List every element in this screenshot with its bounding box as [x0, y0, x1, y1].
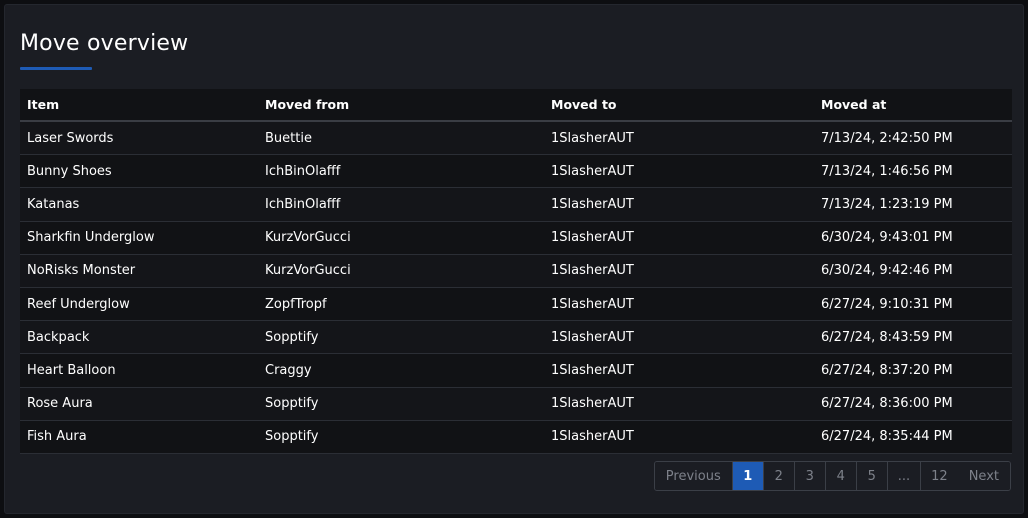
column-header-item: Item	[27, 97, 60, 112]
cell-item: Bunny Shoes	[27, 163, 112, 179]
table-row: Katanas IchBinOlafff 1SlasherAUT 7/13/24, 1…	[20, 188, 1012, 222]
column-header-moved-to: Moved to	[551, 97, 617, 112]
table-row: Laser Swords Buettie 1SlasherAUT 7/13/24, 2…	[20, 122, 1012, 156]
cell-moved-at: 7/13/24, 1:23:19 PM	[821, 196, 953, 212]
cell-moved-to: 1SlasherAUT	[551, 362, 634, 378]
page-button-12[interactable]: 12	[921, 462, 958, 490]
cell-moved-from: Sopptify	[265, 329, 319, 345]
cell-item: Rose Aura	[27, 396, 93, 412]
cell-moved-to: 1SlasherAUT	[551, 329, 634, 345]
cell-item: Katanas	[27, 196, 80, 212]
cell-item: Laser Swords	[27, 130, 114, 146]
cell-moved-at: 7/13/24, 1:46:56 PM	[821, 163, 953, 179]
page-number-list: 1 2 3 4 5... 12	[732, 462, 958, 490]
page-button-2[interactable]: 2	[763, 462, 795, 490]
column-header-moved-from: Moved from	[265, 97, 350, 112]
cell-moved-to: 1SlasherAUT	[551, 429, 634, 445]
next-page-button[interactable]: Next	[957, 462, 1010, 490]
cell-moved-from: Buettie	[265, 130, 312, 146]
cell-moved-from: Sopptify	[265, 429, 319, 445]
previous-page-button[interactable]: Previous	[654, 462, 733, 490]
cell-moved-to: 1SlasherAUT	[551, 130, 634, 146]
page-ellipsis: ...	[887, 462, 922, 490]
cell-item: Backpack	[27, 329, 90, 345]
move-table: Item Moved from Moved to Moved at Laser …	[20, 89, 1012, 454]
table-row: NoRisks Monster KurzVorGucci 1SlasherAUT 6/…	[20, 254, 1012, 288]
table-row: Heart Balloon Craggy 1SlasherAUT 6/27/24, 8…	[20, 354, 1012, 388]
cell-item: NoRisks Monster	[27, 263, 136, 279]
cell-item: Fish Aura	[27, 429, 87, 445]
table-body: Laser Swords Buettie 1SlasherAUT 7/13/24, 2…	[20, 122, 1012, 454]
cell-moved-at: 6/27/24, 8:43:59 PM	[821, 329, 953, 345]
move-overview-panel: Move overview Item Moved from Moved to M…	[4, 4, 1024, 514]
cell-moved-from: Craggy	[265, 362, 312, 378]
cell-moved-at: 6/27/24, 9:10:31 PM	[821, 296, 953, 312]
page-button-1[interactable]: 1	[732, 462, 764, 490]
cell-moved-from: KurzVorGucci	[265, 230, 351, 246]
cell-item: Reef Underglow	[27, 296, 130, 312]
cell-moved-from: KurzVorGucci	[265, 263, 351, 279]
cell-moved-to: 1SlasherAUT	[551, 296, 634, 312]
table-row: Rose Aura Sopptify 1SlasherAUT 6/27/24, 8:3…	[20, 387, 1012, 421]
cell-moved-to: 1SlasherAUT	[551, 263, 634, 279]
cell-moved-at: 6/27/24, 8:37:20 PM	[821, 362, 953, 378]
title-underline	[20, 67, 92, 70]
cell-moved-to: 1SlasherAUT	[551, 230, 634, 246]
cell-moved-at: 6/27/24, 8:35:44 PM	[821, 429, 953, 445]
cell-moved-at: 6/30/24, 9:42:46 PM	[821, 263, 953, 279]
cell-item: Sharkfin Underglow	[27, 230, 155, 246]
cell-moved-at: 6/27/24, 8:36:00 PM	[821, 396, 953, 412]
table-row: Bunny Shoes IchBinOlafff 1SlasherAUT 7/13/2…	[20, 155, 1012, 189]
cell-moved-from: ZopfTropf	[265, 296, 327, 312]
cell-moved-from: IchBinOlafff	[265, 196, 341, 212]
table-header-row: Item Moved from Moved to Moved at	[20, 89, 1012, 122]
table-row: Backpack Sopptify 1SlasherAUT 6/27/24, 8:43…	[20, 321, 1012, 355]
table-row: Fish Aura Sopptify 1SlasherAUT 6/27/24, 8:3…	[20, 420, 1012, 454]
cell-moved-from: IchBinOlafff	[265, 163, 341, 179]
page-title: Move overview	[20, 31, 189, 56]
table-row: Reef Underglow ZopfTropf 1SlasherAUT 6/27/2…	[20, 287, 1012, 322]
cell-moved-at: 6/30/24, 9:43:01 PM	[821, 230, 953, 246]
cell-moved-to: 1SlasherAUT	[551, 196, 634, 212]
page-button-3[interactable]: 3	[794, 462, 826, 490]
pagination: Previous 1 2 3 4 5... 12 Next	[653, 461, 1011, 491]
page-button-4[interactable]: 4	[825, 462, 857, 490]
cell-moved-to: 1SlasherAUT	[551, 396, 634, 412]
cell-moved-at: 7/13/24, 2:42:50 PM	[821, 130, 953, 146]
table-row: Sharkfin Underglow KurzVorGucci 1SlasherAU…	[20, 221, 1012, 255]
page-button-5[interactable]: 5	[856, 462, 888, 490]
cell-moved-to: 1SlasherAUT	[551, 163, 634, 179]
cell-moved-from: Sopptify	[265, 396, 319, 412]
cell-item: Heart Balloon	[27, 362, 116, 378]
column-header-moved-at: Moved at	[821, 97, 887, 112]
